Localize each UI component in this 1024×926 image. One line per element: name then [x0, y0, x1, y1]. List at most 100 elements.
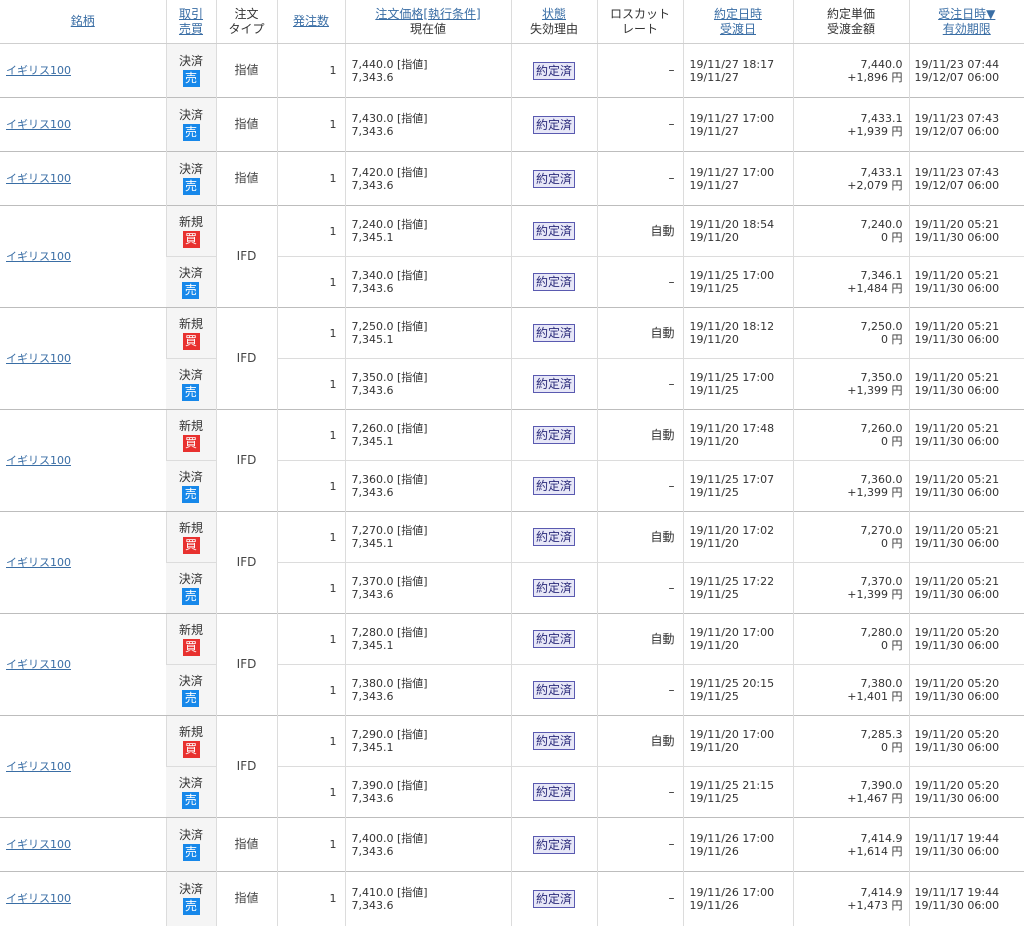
received-cell: 19/11/23 07:43 19/12/07 06:00: [908, 151, 1024, 206]
symbol-link[interactable]: イギリス100: [6, 658, 71, 671]
symbol-link[interactable]: イギリス100: [6, 172, 71, 185]
exec-cell: 19/11/25 21:15 19/11/25: [682, 766, 793, 818]
received-cell: 19/11/20 05:20 19/11/30 06:00: [908, 613, 1024, 665]
symbol-link[interactable]: イギリス100: [6, 760, 71, 773]
table-row: イギリス100 新規買 IFD 1 7,260.0 [指値] 7,345.1 約定済 自動 19…: [0, 409, 1024, 512]
order-price: 7,270.0 [指値]: [351, 524, 428, 537]
price-cell: 7,240.0 [指値] 7,345.1: [344, 205, 511, 257]
price-cell: 7,390.0 [指値] 7,343.6: [344, 766, 511, 818]
sort-exec-time-link[interactable]: 約定日時: [686, 7, 791, 22]
order-type-cell: IFD: [215, 511, 277, 614]
header-unit-price: 約定単価: [826, 6, 875, 21]
header-order-type: 注文 タイプ: [215, 0, 277, 44]
header-status[interactable]: 状態 失効理由: [510, 0, 597, 44]
amount-cell: 7,280.0 0 円: [792, 613, 909, 665]
status-badge: 約定済: [532, 273, 575, 291]
settle-date: 19/11/25: [689, 588, 739, 601]
current-price: 7,343.6: [351, 282, 394, 295]
header-received[interactable]: 受注日時▼ 有効期限: [908, 0, 1024, 44]
unit-price: 7,414.9: [860, 885, 903, 899]
sort-symbol-link[interactable]: 銘柄: [2, 14, 164, 29]
quantity-cell: 1: [276, 358, 345, 410]
settle-amount: +1,614 円: [847, 844, 903, 858]
quantity-cell: 1: [276, 409, 345, 461]
symbol-link[interactable]: イギリス100: [6, 352, 71, 365]
exec-time: 19/11/25 21:15: [689, 779, 775, 792]
unit-price: 7,380.0: [860, 677, 903, 690]
status-badge: 約定済: [532, 324, 575, 342]
received-time: 19/11/20 05:21: [914, 524, 1000, 537]
current-price: 7,345.1: [351, 231, 394, 244]
received-cell: 19/11/20 05:21 19/11/30 06:00: [908, 460, 1024, 512]
header-exec[interactable]: 約定日時 受渡日: [682, 0, 793, 44]
table-row: イギリス100 新規買 IFD 1 7,240.0 [指値] 7,345.1 約定済 自動 19…: [0, 205, 1024, 308]
sort-status-link[interactable]: 状態: [514, 7, 595, 22]
unit-price: 7,260.0: [860, 422, 903, 435]
current-price: 7,343.6: [351, 898, 394, 912]
header-amount: 約定単価 受渡金額: [792, 0, 909, 44]
status-cell: 約定済: [510, 664, 597, 716]
unit-price: 7,370.0: [860, 575, 903, 588]
header-trade-side[interactable]: 取引 売買: [165, 0, 216, 44]
header-quantity[interactable]: 発注数: [276, 0, 345, 44]
amount-cell: 7,250.0 0 円: [792, 307, 909, 359]
order-price: 7,430.0 [指値]: [351, 111, 428, 125]
header-price[interactable]: 注文価格[執行条件] 現在値: [344, 0, 511, 44]
status-cell: 約定済: [510, 460, 597, 512]
losscut-cell: –: [596, 43, 683, 98]
exec-cell: 19/11/20 17:48 19/11/20: [682, 409, 793, 461]
received-cell: 19/11/17 19:44 19/11/30 06:00: [908, 817, 1024, 872]
expiry-time: 19/11/30 06:00: [914, 384, 1000, 397]
symbol-link[interactable]: イギリス100: [6, 118, 71, 131]
amount-cell: 7,285.3 0 円: [792, 715, 909, 767]
settle-date: 19/11/20: [689, 231, 739, 244]
symbol-link[interactable]: イギリス100: [6, 454, 71, 467]
received-time: 19/11/20 05:20: [914, 728, 1000, 741]
sort-side-link[interactable]: 売買: [169, 22, 214, 37]
trade-side-cell: 決済売: [165, 817, 216, 872]
sell-badge: 売: [182, 844, 200, 861]
symbol-link[interactable]: イギリス100: [6, 250, 71, 263]
sort-trade-link[interactable]: 取引: [169, 7, 214, 22]
symbol-link[interactable]: イギリス100: [6, 64, 71, 77]
exec-time: 19/11/25 20:15: [689, 677, 775, 690]
status-badge: 約定済: [532, 115, 575, 134]
settle-date: 19/11/27: [689, 178, 739, 192]
price-cell: 7,420.0 [指値] 7,343.6: [344, 151, 511, 206]
settle-amount: +1,401 円: [847, 690, 903, 703]
symbol-cell: イギリス100: [0, 817, 166, 872]
order-price: 7,370.0 [指値]: [351, 575, 428, 588]
quantity-cell: 1: [276, 43, 345, 98]
losscut-cell: 自動: [596, 613, 683, 665]
price-cell: 7,410.0 [指値] 7,343.6: [344, 871, 511, 926]
exec-cell: 19/11/27 17:00 19/11/27: [682, 151, 793, 206]
settle-amount: +1,939 円: [847, 124, 903, 138]
received-time: 19/11/20 05:21: [914, 218, 1000, 231]
quantity-cell: 1: [276, 817, 345, 872]
symbol-link[interactable]: イギリス100: [6, 838, 71, 851]
sort-settle-date-link[interactable]: 受渡日: [686, 22, 791, 37]
price-cell: 7,360.0 [指値] 7,343.6: [344, 460, 511, 512]
symbol-link[interactable]: イギリス100: [6, 556, 71, 569]
received-cell: 19/11/17 19:44 19/11/30 06:00: [908, 871, 1024, 926]
header-order-type-line2: タイプ: [228, 21, 265, 36]
unit-price: 7,360.0: [860, 473, 903, 486]
exec-time: 19/11/26 17:00: [689, 885, 775, 899]
sort-price-link[interactable]: 注文価格[執行条件]: [348, 7, 509, 22]
header-symbol[interactable]: 銘柄: [0, 0, 166, 44]
trade-side-cell: 決済売: [166, 562, 216, 614]
table-row: イギリス100 新規買 IFD 1 7,290.0 [指値] 7,345.1 約定済 自動 19…: [0, 715, 1024, 818]
losscut-cell: –: [596, 358, 683, 410]
losscut-cell: –: [596, 817, 683, 872]
status-badge: 約定済: [532, 579, 575, 597]
sort-received-link[interactable]: 受注日時▼: [912, 7, 1023, 22]
order-price: 7,380.0 [指値]: [351, 677, 428, 690]
trade-kind-label: 決済: [178, 367, 203, 382]
sort-quantity-link[interactable]: 発注数: [280, 14, 343, 29]
unit-price: 7,285.3: [860, 728, 903, 741]
current-price: 7,343.6: [351, 70, 394, 84]
symbol-link[interactable]: イギリス100: [6, 892, 71, 905]
current-price: 7,343.6: [351, 588, 394, 601]
amount-cell: 7,240.0 0 円: [792, 205, 909, 257]
sort-expiry-link[interactable]: 有効期限: [912, 22, 1023, 37]
